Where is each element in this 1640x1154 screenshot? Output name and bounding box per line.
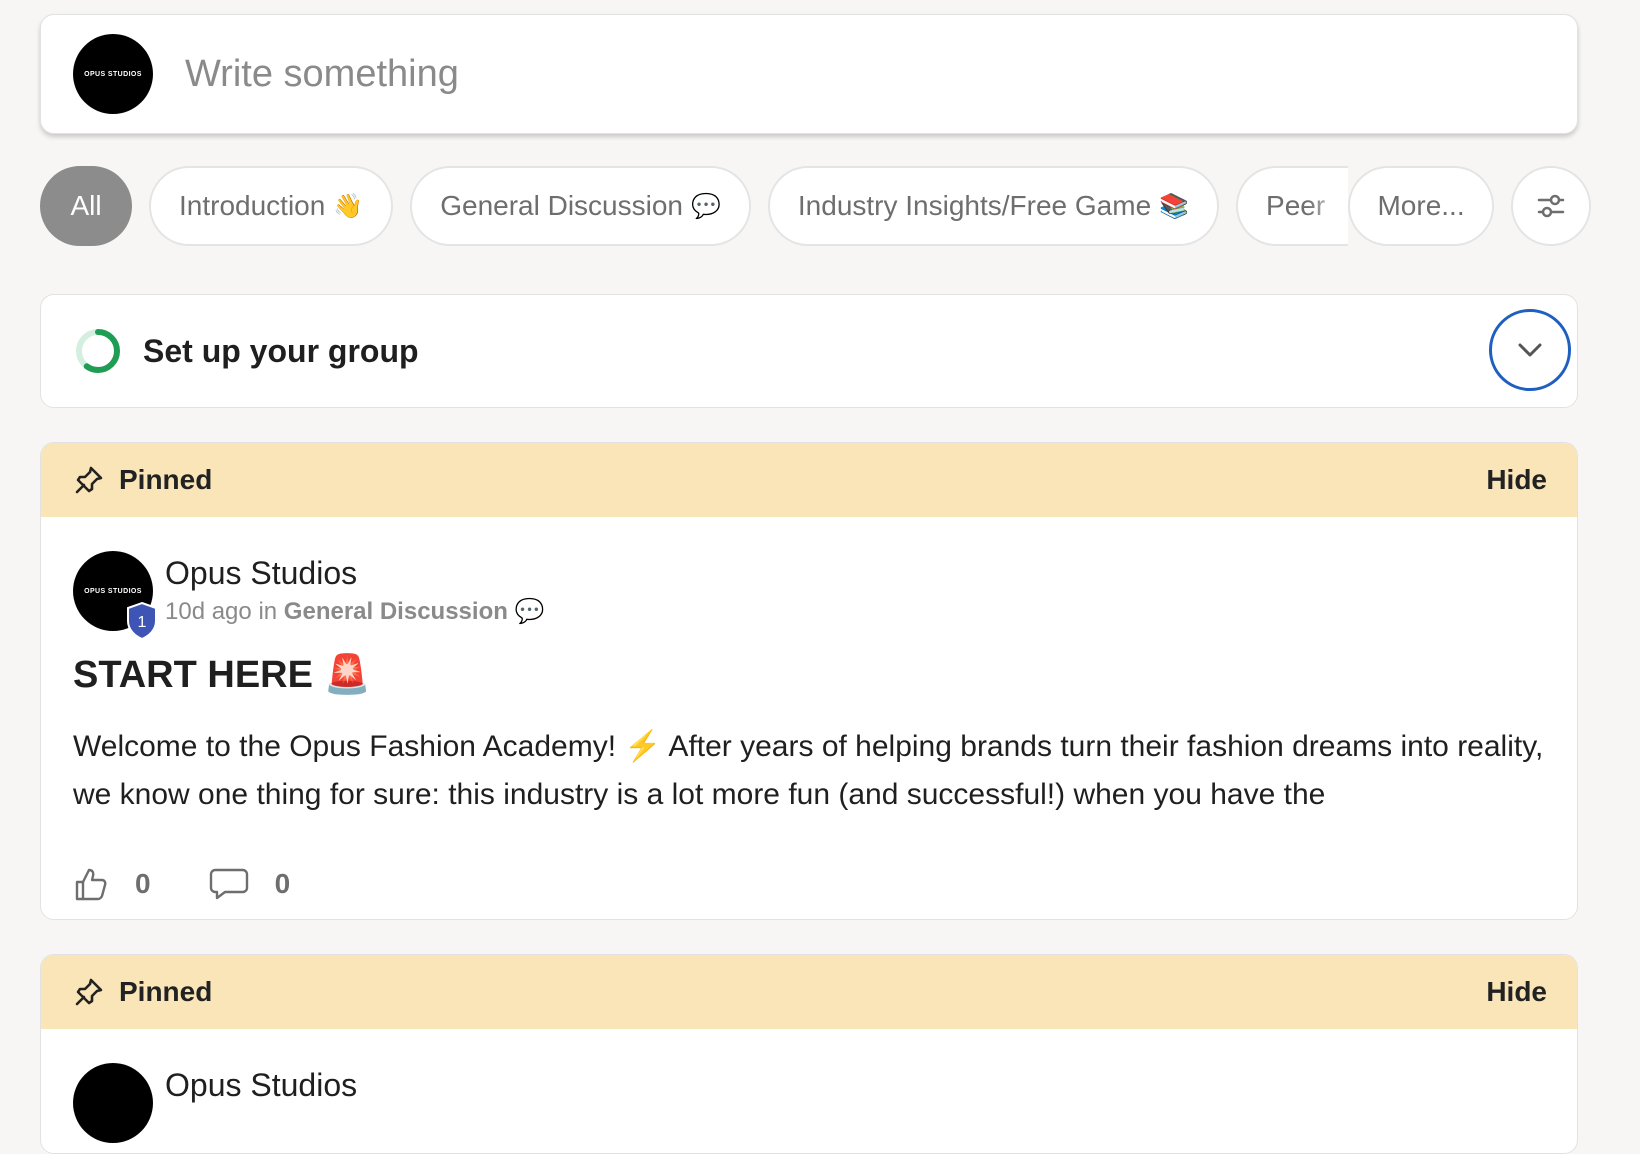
sliders-icon	[1537, 194, 1565, 218]
author-info: Opus Studios 10d ago in General Discussi…	[165, 551, 544, 631]
comment-icon	[209, 868, 248, 900]
category-filter-bar: All Introduction 👋 General Discussion 💬 …	[40, 166, 1592, 246]
pinned-bar: Pinned Hide	[41, 443, 1577, 517]
expand-toggle-button[interactable]	[1489, 309, 1571, 391]
author-name[interactable]: Opus Studios	[165, 1065, 357, 1105]
pin-icon	[75, 466, 103, 494]
chip-peer[interactable]: Peer	[1236, 166, 1349, 246]
pin-icon	[75, 978, 103, 1006]
avatar-logo-text: OPUS STUDIOS	[84, 70, 142, 78]
siren-icon: 🚨	[323, 654, 371, 696]
post-meta: 10d ago in General Discussion 💬	[165, 597, 544, 626]
author-avatar[interactable]: OPUS STUDIOS 1	[73, 551, 157, 641]
avatar-logo-text: OPUS STUDIOS	[84, 587, 142, 595]
progress-ring-icon	[76, 329, 120, 373]
pinned-post[interactable]: Pinned Hide Opus Studios	[40, 954, 1578, 1154]
chip-label: Peer	[1266, 190, 1326, 221]
pinned-label: Pinned	[119, 976, 213, 1007]
post-title-text: START HERE	[73, 654, 313, 696]
chip-label: Introduction	[179, 190, 326, 221]
author-name[interactable]: Opus Studios	[165, 553, 544, 593]
chip-more[interactable]: More...	[1348, 166, 1495, 246]
waving-hand-icon: 👋	[333, 192, 364, 220]
post-title[interactable]: START HERE 🚨	[73, 653, 1545, 697]
post-body: Opus Studios	[41, 1029, 1577, 1143]
excerpt-part-1: Welcome to the Opus Fashion Academy!	[73, 730, 625, 763]
author-info: Opus Studios	[165, 1063, 357, 1143]
lightning-icon: ⚡	[624, 730, 662, 763]
chip-label: Industry Insights/Free Game	[797, 190, 1152, 221]
speech-bubble-icon: 💬	[514, 598, 545, 625]
level-badge-icon: 1	[127, 601, 157, 641]
comment-count: 0	[274, 868, 291, 899]
like-count: 0	[135, 868, 151, 899]
level-number: 1	[138, 614, 147, 631]
chip-introduction[interactable]: Introduction 👋	[149, 166, 394, 246]
chip-label: General Discussion	[440, 190, 683, 221]
author-row: OPUS STUDIOS 1 Opus Studios 10d ago in G…	[73, 551, 1545, 641]
pinned-label: Pinned	[119, 464, 213, 495]
filter-button[interactable]	[1511, 166, 1592, 246]
chip-industry-insights[interactable]: Industry Insights/Free Game 📚	[767, 166, 1220, 246]
setup-group-card[interactable]: Set up your group	[40, 294, 1578, 408]
pinned-bar: Pinned Hide	[41, 955, 1577, 1029]
post-composer[interactable]: OPUS STUDIOS Write something	[40, 14, 1578, 134]
avatar: OPUS STUDIOS	[73, 34, 153, 114]
author-avatar[interactable]	[73, 1063, 153, 1143]
post-excerpt[interactable]: Welcome to the Opus Fashion Academy! ⚡ A…	[73, 723, 1553, 819]
hide-button[interactable]: Hide	[1486, 976, 1547, 1008]
speech-bubble-icon: 💬	[691, 192, 721, 220]
meta-in-word: in	[258, 598, 278, 625]
author-row: Opus Studios	[73, 1063, 1545, 1143]
hide-button[interactable]: Hide	[1486, 464, 1547, 496]
chevron-down-icon	[1518, 343, 1542, 357]
books-icon: 📚	[1159, 192, 1190, 220]
post-time: 10d ago	[165, 598, 252, 625]
pinned-post[interactable]: Pinned Hide OPUS STUDIOS 1 Opus Studios …	[40, 442, 1578, 920]
feed: OPUS STUDIOS Write something All Introdu…	[40, 14, 1592, 1154]
post-actions: 0 0	[73, 849, 1545, 919]
chip-all[interactable]: All	[40, 166, 132, 246]
chip-general-discussion[interactable]: General Discussion 💬	[410, 166, 751, 246]
chip-label: More...	[1377, 190, 1465, 221]
comment-button[interactable]: 0	[209, 867, 291, 901]
thumbs-up-icon[interactable]	[73, 866, 109, 902]
setup-title: Set up your group	[143, 332, 419, 369]
post-body: OPUS STUDIOS 1 Opus Studios 10d ago in G…	[41, 517, 1577, 919]
post-category-link[interactable]: General Discussion	[284, 598, 508, 625]
composer-placeholder[interactable]: Write something	[185, 53, 459, 96]
chip-label: All	[70, 190, 102, 221]
